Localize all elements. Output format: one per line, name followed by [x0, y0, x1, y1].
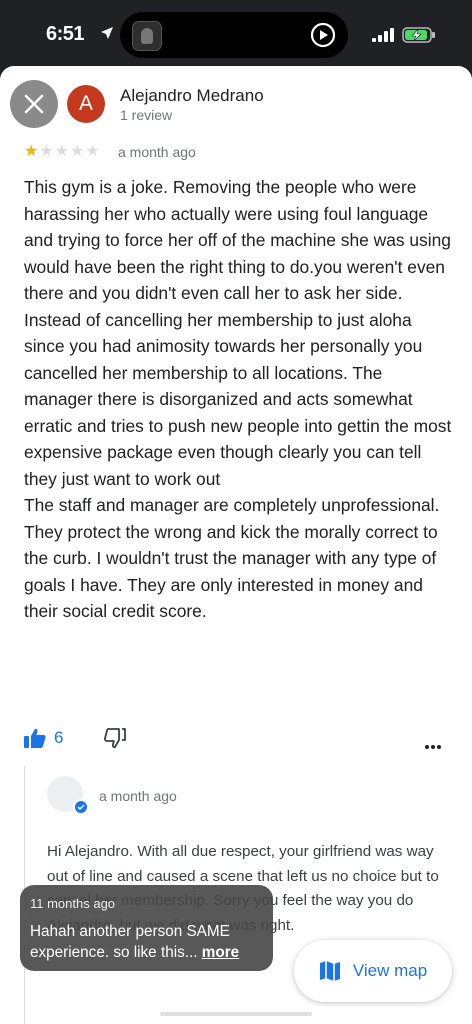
reviewer-name[interactable]: Alejandro Medrano — [120, 86, 264, 106]
star-empty-icon: ★ — [54, 143, 70, 160]
caption-text: Hahah another person SAME experience. so… — [30, 921, 268, 963]
star-filled-icon: ★ — [24, 143, 39, 160]
location-arrow-icon — [101, 27, 113, 39]
more-horizontal-icon — [425, 745, 441, 749]
star-empty-icon: ★ — [85, 143, 100, 160]
review-card: A Alejandro Medrano 1 review ★ ★ ★ ★ ★ a mon… — [0, 66, 472, 1024]
status-bar: 6:51 — [0, 0, 472, 66]
verified-check-icon — [73, 799, 89, 815]
review-time: a month ago — [118, 144, 196, 160]
caption-body: Hahah another person SAME experience. so… — [30, 923, 230, 961]
status-icons — [372, 27, 436, 43]
home-indicator — [160, 1012, 312, 1016]
caption-time: 11 months ago — [30, 896, 116, 911]
like-button[interactable]: 6 — [24, 728, 63, 748]
like-count: 6 — [54, 728, 64, 747]
map-icon — [319, 961, 340, 981]
reply-time: a month ago — [99, 788, 177, 804]
review-text: This gym is a joke. Removing the people … — [24, 177, 452, 621]
cellular-signal-icon — [372, 28, 394, 42]
play-circle-icon — [310, 22, 336, 48]
star-rating: ★ ★ ★ ★ ★ — [24, 143, 100, 161]
star-empty-icon: ★ — [39, 143, 54, 160]
view-map-label: View map — [352, 961, 428, 980]
close-icon — [24, 94, 44, 114]
photo-caption[interactable]: 11 months ago Hahah another person SAME … — [20, 885, 273, 971]
more-options-button[interactable] — [425, 736, 441, 754]
star-empty-icon: ★ — [70, 143, 85, 160]
status-time: 6:51 — [46, 23, 85, 45]
reviewer-review-count: 1 review — [120, 107, 173, 123]
thumbs-down-icon — [104, 728, 126, 748]
thumbs-up-icon — [24, 728, 46, 748]
battery-charging-icon — [402, 27, 435, 43]
edit-caption-button[interactable]: Edit caption — [318, 944, 396, 961]
media-thumbnail-icon — [132, 21, 162, 51]
close-button[interactable] — [10, 80, 58, 128]
dislike-button[interactable] — [104, 728, 126, 753]
dynamic-island — [120, 12, 348, 58]
reviewer-avatar[interactable]: A — [67, 85, 105, 123]
caption-more-link[interactable]: more — [202, 944, 239, 961]
